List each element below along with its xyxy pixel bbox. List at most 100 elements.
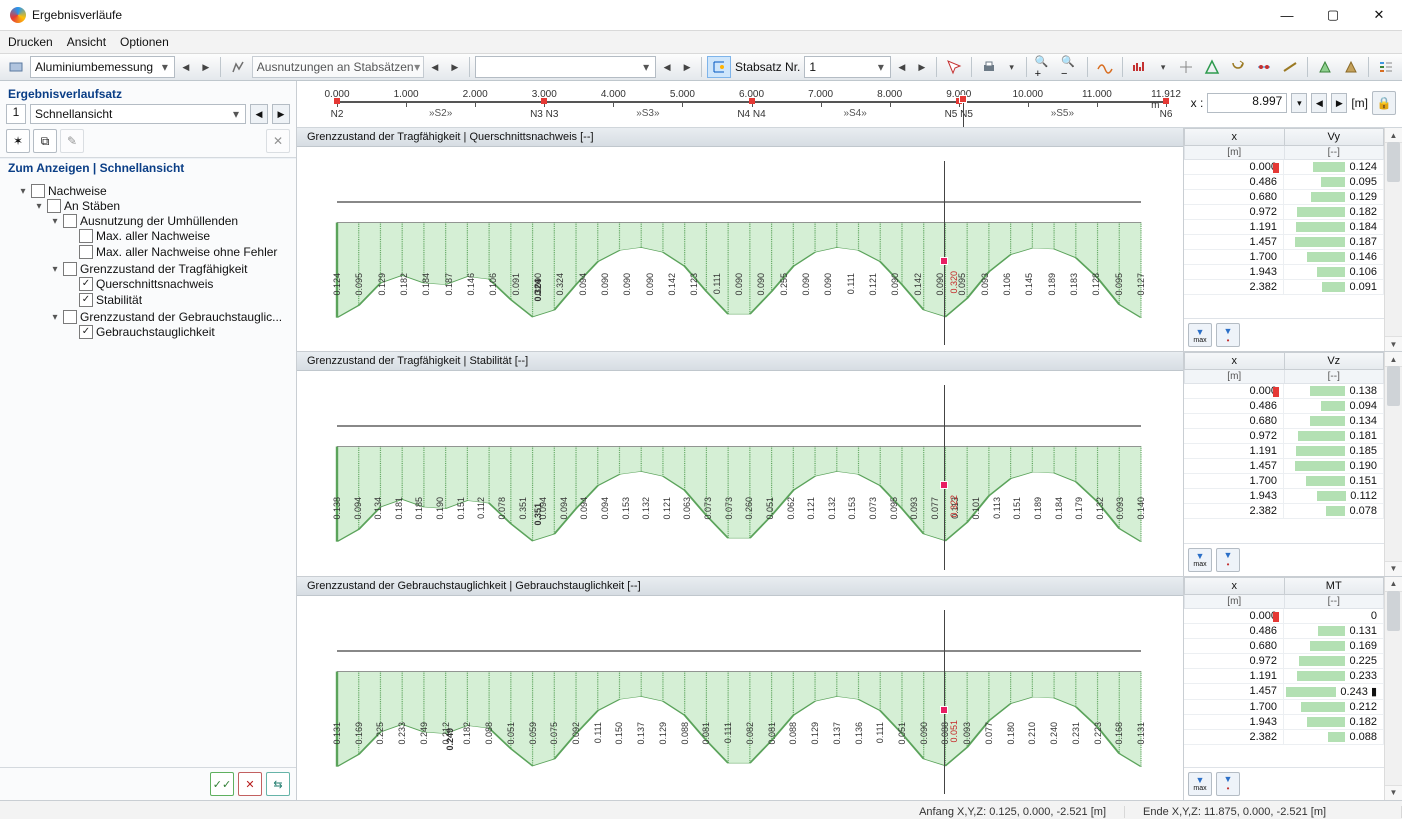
print-button[interactable] bbox=[977, 56, 1001, 78]
chk-max-aller[interactable] bbox=[79, 229, 93, 243]
filter-max-button[interactable]: ▼max bbox=[1188, 323, 1212, 347]
select-member-toggle[interactable] bbox=[707, 56, 731, 78]
x-value-dropdown[interactable]: ▾ bbox=[1291, 93, 1307, 113]
uncheck-all-button[interactable]: ✕ bbox=[238, 772, 262, 796]
edit-set-button[interactable]: ✎ bbox=[60, 129, 84, 153]
filter-button[interactable]: ▼• bbox=[1216, 323, 1240, 347]
x-value-input[interactable]: 8.997 bbox=[1207, 93, 1287, 113]
print-menu[interactable]: ▾ bbox=[1003, 56, 1021, 78]
table-row[interactable]: 0.0000.138 bbox=[1184, 384, 1384, 399]
table-row[interactable]: 1.9430.106 bbox=[1184, 265, 1384, 280]
utilization-prev[interactable]: ◀ bbox=[426, 56, 444, 78]
copy-set-button[interactable]: ⧉ bbox=[33, 129, 57, 153]
design-next[interactable]: ▶ bbox=[197, 56, 215, 78]
chk-gzg[interactable] bbox=[63, 310, 77, 324]
chart-area[interactable]: 0.1310.1690.2250.2330.2490.2120.1820.088… bbox=[337, 610, 1141, 794]
filter-button[interactable]: ▼• bbox=[1216, 548, 1240, 572]
menu-print[interactable]: Drucken bbox=[8, 35, 53, 49]
table-row[interactable]: 0.0000 bbox=[1184, 609, 1384, 624]
chart-area[interactable]: 0.1240.0950.1290.1820.1840.1870.1460.106… bbox=[337, 161, 1141, 345]
quick-view-next[interactable]: ▶ bbox=[272, 104, 290, 124]
tree-nachweise[interactable]: Nachweise bbox=[48, 184, 107, 198]
table-row[interactable]: 1.1910.233 bbox=[1184, 669, 1384, 684]
set-next[interactable]: ▶ bbox=[913, 56, 931, 78]
chk-gebrauch[interactable] bbox=[79, 325, 93, 339]
new-set-button[interactable]: ✶ bbox=[6, 129, 30, 153]
legend-button[interactable] bbox=[1374, 56, 1398, 78]
table-row[interactable]: 1.4570.187 bbox=[1184, 235, 1384, 250]
design-prev[interactable]: ◀ bbox=[177, 56, 195, 78]
x-step-next[interactable]: ▶ bbox=[1331, 93, 1347, 113]
table-row[interactable]: 1.1910.185 bbox=[1184, 444, 1384, 459]
table-row[interactable]: 1.9430.112 bbox=[1184, 489, 1384, 504]
tree-qsn[interactable]: Querschnittsnachweis bbox=[96, 277, 213, 291]
zoom-out-button[interactable]: 🔍− bbox=[1058, 56, 1082, 78]
table-row[interactable]: 1.4570.190 bbox=[1184, 459, 1384, 474]
member-button[interactable] bbox=[1278, 56, 1302, 78]
table-row[interactable]: 0.6800.169 bbox=[1184, 639, 1384, 654]
table-row[interactable]: 0.9720.182 bbox=[1184, 205, 1384, 220]
loadcase-next[interactable]: ▶ bbox=[678, 56, 696, 78]
table-row[interactable]: 0.6800.134 bbox=[1184, 414, 1384, 429]
result-values-menu[interactable]: ▾ bbox=[1154, 56, 1172, 78]
quick-view-prev[interactable]: ◀ bbox=[250, 104, 268, 124]
maximize-button[interactable]: ▢ bbox=[1310, 0, 1356, 30]
table-row[interactable]: 0.4860.094 bbox=[1184, 399, 1384, 414]
table-row[interactable]: 1.9430.182 bbox=[1184, 715, 1384, 730]
quick-view-combo[interactable]: Schnellansicht ▾ bbox=[30, 104, 246, 124]
close-button[interactable]: ✕ bbox=[1356, 0, 1402, 30]
loadcase-combo[interactable]: ▾ bbox=[475, 56, 656, 78]
twisty-icon[interactable]: ▾ bbox=[34, 201, 44, 212]
releases-button[interactable] bbox=[1252, 56, 1276, 78]
twisty-icon[interactable]: ▾ bbox=[50, 312, 60, 323]
table-row[interactable]: 0.9720.181 bbox=[1184, 429, 1384, 444]
menu-view[interactable]: Ansicht bbox=[67, 35, 106, 49]
table-row[interactable]: 0.4860.131 bbox=[1184, 624, 1384, 639]
sections-button[interactable] bbox=[1226, 56, 1250, 78]
show-grid-button[interactable] bbox=[1174, 56, 1198, 78]
table-row[interactable]: 1.7000.151 bbox=[1184, 474, 1384, 489]
loadcase-prev[interactable]: ◀ bbox=[658, 56, 676, 78]
minimize-button[interactable]: — bbox=[1264, 0, 1310, 30]
table-row[interactable]: 2.3820.091 bbox=[1184, 280, 1384, 295]
twisty-icon[interactable]: ▾ bbox=[18, 186, 28, 197]
chk-qsn[interactable] bbox=[79, 277, 93, 291]
table-row[interactable]: 1.7000.212 bbox=[1184, 700, 1384, 715]
tree-gebrauch[interactable]: Gebrauchstauglichkeit bbox=[96, 325, 215, 339]
table-row[interactable]: 1.4570.243 ▮ bbox=[1184, 684, 1384, 700]
table-row[interactable]: 0.9720.225 bbox=[1184, 654, 1384, 669]
filter-button[interactable]: ▼• bbox=[1216, 772, 1240, 796]
x-step-prev[interactable]: ◀ bbox=[1311, 93, 1327, 113]
chk-stabilitaet[interactable] bbox=[79, 293, 93, 307]
chk-an-staeben[interactable] bbox=[47, 199, 61, 213]
filter-max-button[interactable]: ▼max bbox=[1188, 548, 1212, 572]
chk-umhuellende[interactable] bbox=[63, 214, 77, 228]
tree-an-staeben[interactable]: An Stäben bbox=[64, 199, 120, 213]
tree-max-aller[interactable]: Max. aller Nachweise bbox=[96, 229, 210, 243]
check-all-button[interactable]: ✓✓ bbox=[210, 772, 234, 796]
utilization-combo[interactable]: Ausnutzungen an Stabsätzen ▾ bbox=[252, 56, 424, 78]
tree-stabilitaet[interactable]: Stabilität bbox=[96, 293, 142, 307]
utilization-next[interactable]: ▶ bbox=[446, 56, 464, 78]
table-row[interactable]: 0.0000.124 bbox=[1184, 160, 1384, 175]
twisty-icon[interactable]: ▾ bbox=[50, 264, 60, 275]
table-row[interactable]: 1.1910.184 bbox=[1184, 220, 1384, 235]
tree-umhuellende[interactable]: Ausnutzung der Umhüllenden bbox=[80, 214, 238, 228]
set-prev[interactable]: ◀ bbox=[893, 56, 911, 78]
position-ruler[interactable]: 0.0001.0002.0003.0004.0005.0006.0007.000… bbox=[297, 81, 1402, 128]
show-supports-button[interactable] bbox=[1200, 56, 1224, 78]
table-row[interactable]: 2.3820.078 bbox=[1184, 504, 1384, 519]
table-row[interactable]: 1.7000.146 bbox=[1184, 250, 1384, 265]
table-row[interactable]: 0.4860.095 bbox=[1184, 175, 1384, 190]
model-view-a-button[interactable] bbox=[1313, 56, 1337, 78]
chk-gzt[interactable] bbox=[63, 262, 77, 276]
table-row[interactable]: 0.6800.129 bbox=[1184, 190, 1384, 205]
tree-gzt[interactable]: Grenzzustand der Tragfähigkeit bbox=[80, 262, 247, 276]
twisty-icon[interactable]: ▾ bbox=[50, 216, 60, 227]
result-set-index[interactable]: 1 bbox=[6, 104, 26, 124]
set-number-combo[interactable]: 1 ▾ bbox=[804, 56, 890, 78]
tree-max-aller-ohne[interactable]: Max. aller Nachweise ohne Fehler bbox=[96, 245, 277, 259]
x-lock-button[interactable]: 🔒 bbox=[1372, 91, 1396, 115]
smoothing-button[interactable] bbox=[1093, 56, 1117, 78]
table-row[interactable]: 2.3820.088 bbox=[1184, 730, 1384, 745]
